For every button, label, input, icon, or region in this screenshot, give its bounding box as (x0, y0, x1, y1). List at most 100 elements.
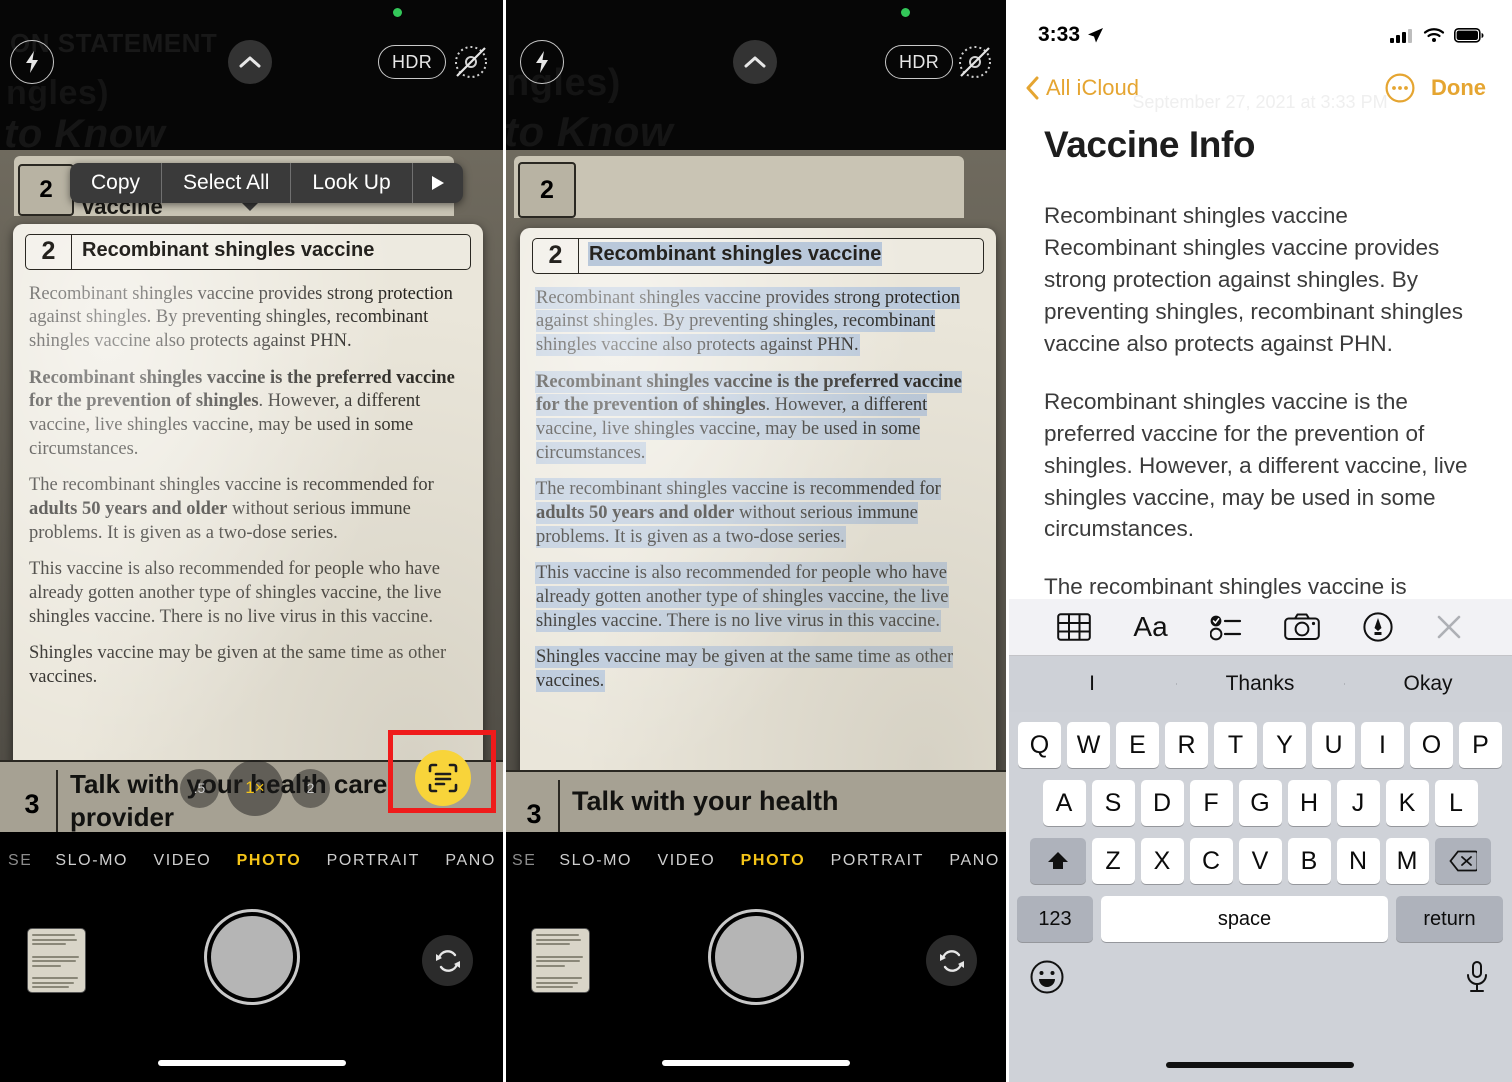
background-paper-number-box-2: 2 (518, 162, 576, 218)
key-g[interactable]: G (1238, 780, 1282, 826)
document-paragraph-4: This vaccine is also recommended for peo… (29, 559, 442, 627)
location-arrow-icon (1088, 27, 1104, 42)
key-i[interactable]: I (1361, 722, 1404, 768)
key-v[interactable]: V (1238, 838, 1282, 884)
suggestion-1[interactable]: I (1008, 672, 1176, 696)
mode-portrait-2[interactable]: PORTRAIT (831, 852, 924, 870)
microphone-icon[interactable] (1464, 960, 1490, 994)
key-y[interactable]: Y (1263, 722, 1306, 768)
mode-video[interactable]: VIDEO (153, 852, 211, 870)
key-b[interactable]: B (1287, 838, 1331, 884)
mode-slo-mo-2[interactable]: SLO-MO (559, 852, 632, 870)
last-photo-thumbnail-2[interactable] (531, 928, 590, 993)
hdr-button[interactable]: HDR (378, 45, 447, 79)
camera-mode-selector-2[interactable]: SE SLO-MO VIDEO PHOTO PORTRAIT PANO (504, 852, 1008, 870)
home-indicator-3 (1166, 1062, 1354, 1068)
key-n[interactable]: N (1336, 838, 1380, 884)
key-r[interactable]: R (1165, 722, 1208, 768)
key-a[interactable]: A (1042, 780, 1086, 826)
status-indicators (1390, 27, 1484, 43)
suggestion-2[interactable]: Thanks (1176, 672, 1344, 696)
backspace-icon[interactable] (1434, 838, 1491, 884)
space-key[interactable]: space (1101, 896, 1388, 942)
chevron-up-icon-2[interactable] (733, 40, 777, 84)
close-icon[interactable] (1435, 613, 1463, 641)
note-date: September 27, 2021 at 3:33 PM (1132, 92, 1388, 112)
key-l[interactable]: L (1434, 780, 1478, 826)
table-icon[interactable] (1057, 613, 1091, 641)
camera-preview-document: 2 vaccine 2 Recombinant shingles vaccine… (0, 150, 504, 896)
key-o[interactable]: O (1410, 722, 1453, 768)
mode-video-2[interactable]: VIDEO (657, 852, 715, 870)
key-h[interactable]: H (1287, 780, 1331, 826)
return-key[interactable]: return (1396, 896, 1503, 942)
document-paragraph-5: Shingles vaccine may be given at the sam… (29, 643, 447, 687)
mode-photo-2[interactable]: PHOTO (741, 852, 806, 870)
key-k[interactable]: K (1385, 780, 1429, 826)
mode-slo-mo[interactable]: SLO-MO (55, 852, 128, 870)
numbers-key[interactable]: 123 (1017, 896, 1093, 942)
key-j[interactable]: J (1336, 780, 1380, 826)
live-photo-off-icon[interactable] (452, 43, 490, 86)
mode-pano[interactable]: PANO (445, 852, 496, 870)
hdr-button-2[interactable]: HDR (885, 45, 954, 79)
note-paragraph-1: Recombinant shingles vaccine Recombinant… (1044, 203, 1463, 356)
zoom-1x[interactable]: 1× (227, 760, 283, 816)
mode-se[interactable]: SE (8, 852, 30, 870)
format-aa-icon[interactable]: Aa (1133, 611, 1167, 643)
ghost-text-toknow-2: to Know (504, 108, 674, 155)
key-f[interactable]: F (1189, 780, 1233, 826)
mode-photo[interactable]: PHOTO (237, 852, 302, 870)
key-d[interactable]: D (1140, 780, 1184, 826)
text-action-menu[interactable]: Copy Select All Look Up (70, 163, 463, 203)
status-bar: 3:33 (1008, 0, 1512, 58)
keyboard-key-rows: Q W E R T Y U I O P A S D F G H J K L Z … (1008, 712, 1512, 942)
flip-camera-icon-2[interactable] (926, 935, 977, 986)
menu-item-select-all[interactable]: Select All (162, 163, 292, 203)
key-c[interactable]: C (1189, 838, 1233, 884)
zoom-0.5x[interactable]: .5 (180, 768, 219, 808)
last-photo-thumbnail[interactable] (27, 928, 86, 993)
mode-portrait[interactable]: PORTRAIT (327, 852, 420, 870)
emoji-smiley-icon[interactable] (1030, 960, 1064, 994)
home-indicator (158, 1060, 346, 1066)
live-photo-off-icon-2[interactable] (956, 43, 994, 86)
key-w[interactable]: W (1067, 722, 1110, 768)
background-paper-number: 2 (39, 176, 53, 203)
camera-mode-selector[interactable]: SE SLO-MO VIDEO PHOTO PORTRAIT PANO (0, 852, 504, 870)
flash-icon[interactable] (10, 40, 54, 84)
menu-item-look-up[interactable]: Look Up (291, 163, 413, 203)
thumbnail-content-2 (532, 929, 589, 992)
key-p[interactable]: P (1459, 722, 1502, 768)
shutter-button[interactable] (211, 916, 293, 998)
key-u[interactable]: U (1312, 722, 1355, 768)
key-q[interactable]: Q (1018, 722, 1061, 768)
zoom-2x[interactable]: 2 (291, 768, 330, 808)
zoom-level-selector[interactable]: .5 1× 2 (180, 760, 330, 816)
privacy-indicator-dot (393, 8, 402, 17)
mode-se-2[interactable]: SE (512, 852, 534, 870)
mode-pano-2[interactable]: PANO (949, 852, 1000, 870)
key-e[interactable]: E (1116, 722, 1159, 768)
red-annotation-box (388, 730, 496, 813)
flash-icon-2[interactable] (520, 40, 564, 84)
camera-icon[interactable] (1284, 613, 1321, 641)
key-s[interactable]: S (1091, 780, 1135, 826)
menu-item-copy[interactable]: Copy (70, 163, 163, 203)
home-indicator-2 (662, 1060, 850, 1066)
key-x[interactable]: X (1140, 838, 1184, 884)
markup-pen-icon[interactable] (1362, 612, 1393, 642)
note-body[interactable]: Recombinant shingles vaccine Recombinant… (1044, 200, 1476, 629)
more-arrow-icon[interactable] (413, 163, 463, 203)
key-m[interactable]: M (1385, 838, 1429, 884)
keyboard-row-3: Z X C V B N M (1011, 838, 1509, 884)
key-z[interactable]: Z (1091, 838, 1135, 884)
checklist-icon[interactable] (1209, 613, 1242, 641)
shift-up-icon[interactable] (1029, 838, 1086, 884)
chevron-up-icon[interactable] (228, 40, 272, 84)
key-t[interactable]: T (1214, 722, 1257, 768)
background-paper-number-box: 2 (18, 164, 74, 216)
suggestion-3[interactable]: Okay (1344, 672, 1512, 696)
shutter-button-2[interactable] (715, 916, 797, 998)
flip-camera-icon[interactable] (422, 935, 473, 986)
